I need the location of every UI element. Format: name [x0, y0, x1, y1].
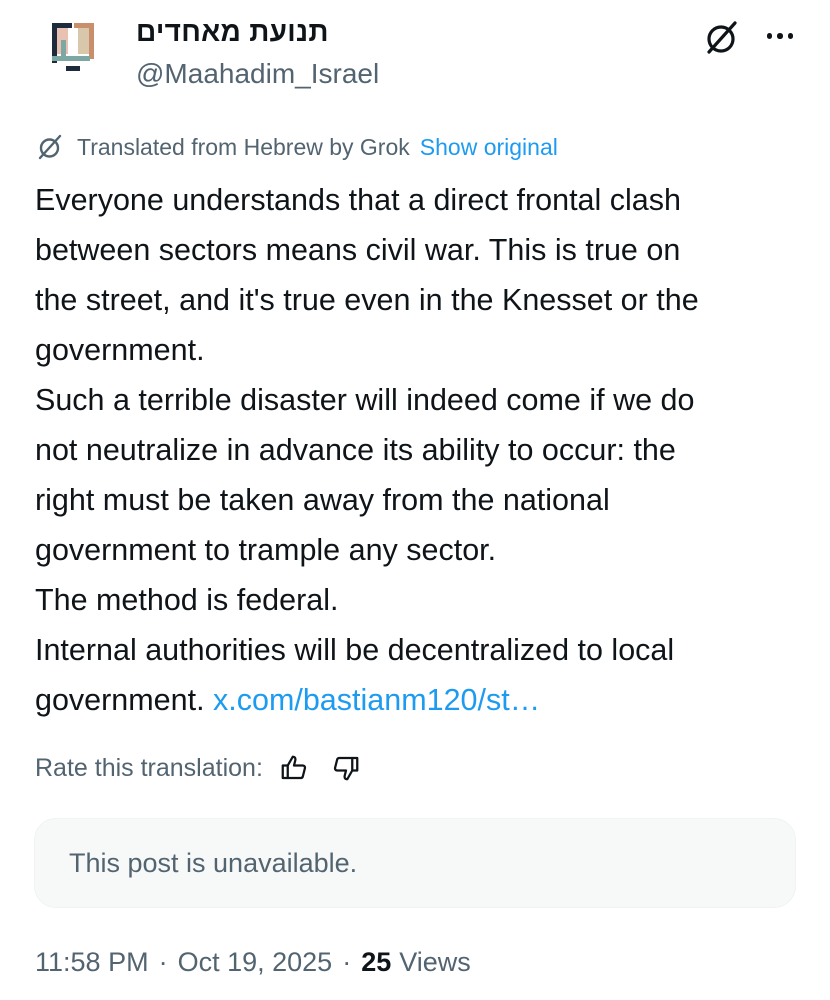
meta-separator: · [158, 946, 168, 977]
grok-icon[interactable] [702, 18, 742, 58]
views-count: 25 [361, 946, 392, 977]
thumbs-down-icon[interactable] [329, 751, 363, 785]
more-icon[interactable] [758, 18, 802, 54]
post-text-last-line: government. x.com/bastianm120/st… [35, 675, 805, 725]
post-text-line: the street, and it's true even in the Kn… [35, 283, 699, 317]
quoted-post-link[interactable]: x.com/bastianm120/st… [213, 683, 540, 717]
translated-from-label: Translated from Hebrew by Grok [77, 133, 410, 160]
post-text-line: Everyone understands that a direct front… [35, 183, 681, 217]
unavailable-quoted-post: This post is unavailable. [34, 818, 796, 908]
post-text-line: between sectors means civil war. This is… [35, 233, 681, 267]
post-text-fragment: government. [35, 683, 205, 717]
post-text-line: government to trample any sector. [35, 533, 497, 567]
user-handle[interactable]: @Maahadim_Israel [136, 58, 379, 90]
post-text: Everyone understands that a direct front… [35, 175, 805, 725]
post-time[interactable]: 11:58 PM [35, 947, 149, 978]
post-date[interactable]: Oct 19, 2025 [178, 947, 333, 978]
thumbs-up-icon[interactable] [277, 751, 311, 785]
show-original-link[interactable]: Show original [420, 134, 558, 161]
rate-translation: Rate this translation: [35, 750, 363, 786]
post-text-line: Such a terrible disaster will indeed com… [35, 383, 695, 417]
post-text-line: not neutralize in advance its ability to… [35, 433, 676, 467]
post-text-line: right must be taken away from the nation… [35, 483, 610, 517]
display-name[interactable]: תנועת מאחדים [136, 16, 329, 48]
post-text-line: Internal authorities will be decentraliz… [35, 633, 675, 667]
post-text-line: The method is federal. [35, 583, 339, 617]
translation-notice: Translated from Hebrew by Grok Show orig… [35, 132, 558, 162]
meta-separator: · [342, 946, 352, 977]
post-text-line: government. [35, 333, 205, 367]
post-meta: 11:58 PM · Oct 19, 2025 · 25 Views [35, 944, 471, 980]
post: תנועת מאחדים @Maahadim_Israel Translated… [0, 0, 830, 1000]
grok-icon [35, 132, 65, 162]
unavailable-text: This post is unavailable. [69, 847, 358, 878]
maahadim-logo-icon [52, 23, 94, 71]
views-label: Views [399, 946, 471, 977]
avatar[interactable] [33, 10, 113, 90]
rate-translation-label: Rate this translation: [35, 753, 263, 782]
